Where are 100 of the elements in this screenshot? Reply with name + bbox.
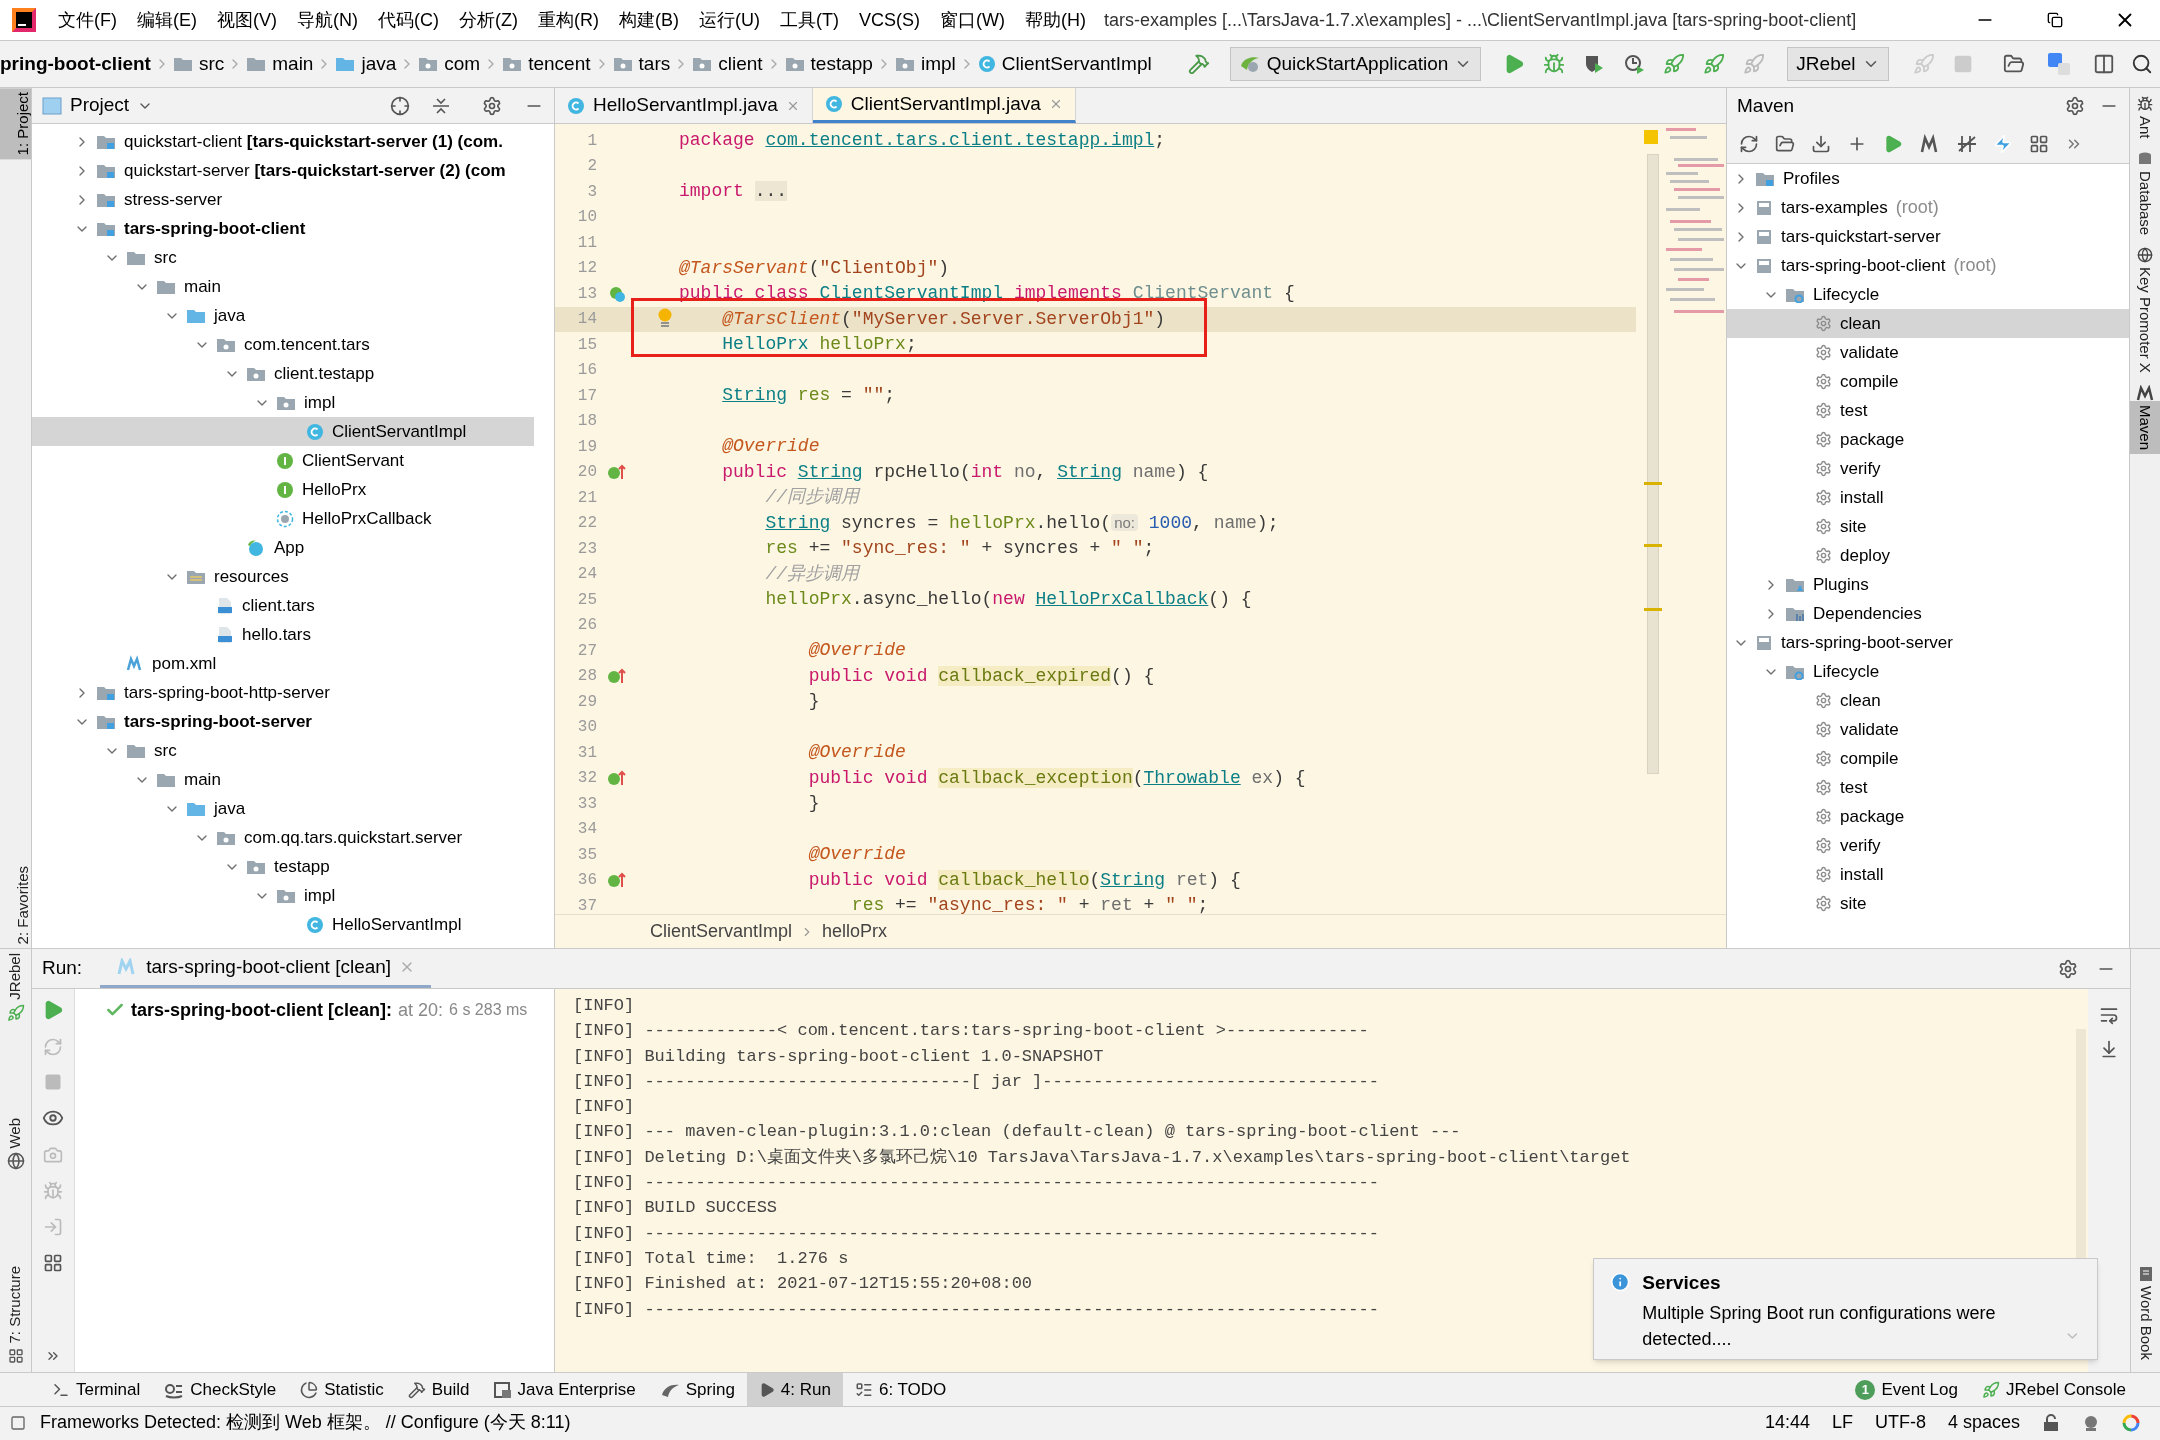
tree-item[interactable]: Lifecycle bbox=[1727, 280, 2129, 309]
tool-window-button[interactable]: Spring bbox=[647, 1373, 747, 1406]
tree-item[interactable]: test bbox=[1727, 396, 2129, 425]
menu-item[interactable]: 编辑(E) bbox=[127, 6, 207, 34]
tool-window-button[interactable]: 4: Run bbox=[746, 1373, 843, 1406]
menu-item[interactable]: 工具(T) bbox=[769, 6, 849, 34]
panel-toggle-icon[interactable] bbox=[10, 1414, 26, 1431]
tree-item[interactable]: client.tars bbox=[32, 591, 534, 620]
tree-item[interactable]: hello.tars bbox=[32, 620, 534, 649]
tool-window-tab[interactable]: Key Promoter X bbox=[2130, 262, 2160, 377]
tree-item[interactable]: tars-spring-boot-server bbox=[1727, 628, 2129, 657]
tree-item[interactable]: src bbox=[32, 243, 534, 272]
reload-icon[interactable] bbox=[1739, 133, 1759, 154]
menu-item[interactable]: 分析(Z) bbox=[449, 6, 528, 34]
tool-window-tab[interactable]: 7: Structure bbox=[0, 1262, 39, 1348]
tree-item[interactable]: validate bbox=[1727, 715, 2129, 744]
breadcrumb-item[interactable]: tars bbox=[638, 49, 671, 79]
tool-window-button[interactable]: Terminal bbox=[40, 1373, 153, 1406]
breadcrumb-item[interactable]: testapp bbox=[810, 49, 873, 79]
tree-item[interactable]: src bbox=[32, 736, 534, 765]
tree-item[interactable]: install bbox=[1727, 860, 2129, 889]
tree-item[interactable]: stress-server bbox=[32, 185, 534, 214]
tree-item[interactable]: HelloPrx bbox=[32, 475, 534, 504]
tree-item[interactable]: deploy bbox=[1727, 541, 2129, 570]
tree-item[interactable]: clean bbox=[1727, 686, 2129, 715]
breadcrumb-item[interactable]: main bbox=[272, 49, 314, 79]
tree-item[interactable]: test bbox=[1727, 773, 2129, 802]
tree-item[interactable]: com.qq.tars.quickstart.server bbox=[32, 823, 534, 852]
settings-icon[interactable] bbox=[2065, 96, 2085, 116]
tree-item[interactable]: java bbox=[32, 301, 534, 330]
editor-tab[interactable]: ClientServantImpl.java bbox=[812, 88, 1076, 123]
tool-window-button[interactable]: Build bbox=[395, 1373, 482, 1406]
inspector-icon[interactable] bbox=[2082, 1413, 2100, 1432]
menu-item[interactable]: 导航(N) bbox=[287, 6, 368, 34]
tree-item[interactable]: package bbox=[1727, 802, 2129, 831]
tree-item[interactable]: validate bbox=[1727, 338, 2129, 367]
warning-marker[interactable] bbox=[1644, 130, 1658, 144]
settings-icon[interactable] bbox=[2058, 958, 2078, 979]
tree-item[interactable]: Plugins bbox=[1727, 570, 2129, 599]
download-icon[interactable] bbox=[1811, 133, 1831, 154]
tool-window-tab[interactable]: 1: Project bbox=[0, 88, 31, 160]
search-icon[interactable] bbox=[2130, 53, 2153, 75]
agent-dropdown[interactable]: JRebel bbox=[1787, 47, 1889, 81]
tree-item[interactable]: impl bbox=[32, 881, 534, 910]
google-icon[interactable] bbox=[2122, 1413, 2140, 1432]
settings-icon[interactable] bbox=[482, 95, 502, 116]
tool-window-tab[interactable]: 2: Favorites bbox=[0, 861, 31, 948]
tree-item[interactable]: main bbox=[32, 765, 534, 794]
tree-item[interactable]: com.tencent.tars bbox=[32, 330, 534, 359]
tool-window-button[interactable]: Statistic bbox=[288, 1373, 396, 1406]
tree-item[interactable]: verify bbox=[1727, 454, 2129, 483]
lock-icon[interactable] bbox=[2042, 1413, 2060, 1432]
menu-item[interactable]: 运行(U) bbox=[688, 6, 770, 34]
translate-icon[interactable] bbox=[2046, 52, 2071, 76]
tool-window-button[interactable]: 6: TODO bbox=[842, 1373, 959, 1406]
collapse-all-icon[interactable] bbox=[432, 96, 450, 115]
breadcrumb-item[interactable]: java bbox=[361, 49, 397, 79]
tree-item[interactable]: compile bbox=[1727, 744, 2129, 773]
profiler-icon[interactable] bbox=[1623, 53, 1646, 75]
breadcrumb-item[interactable]: impl bbox=[920, 49, 956, 79]
folder-icon[interactable] bbox=[1775, 133, 1795, 154]
run-result-item[interactable]: tars-spring-boot-client [clean]: at 20: 6 s 283 ms bbox=[75, 995, 554, 1025]
tool-window-tab[interactable]: JRebel bbox=[0, 949, 39, 1004]
scrollbar[interactable] bbox=[1647, 154, 1659, 774]
breadcrumb-item[interactable]: src bbox=[198, 49, 225, 79]
menu-item[interactable]: 重构(R) bbox=[527, 6, 609, 34]
status-item[interactable]: 4 spaces bbox=[1947, 1409, 2020, 1436]
layout-icon[interactable] bbox=[43, 1253, 63, 1273]
tree-item[interactable]: clean bbox=[1727, 309, 2129, 338]
tree-item[interactable]: compile bbox=[1727, 367, 2129, 396]
restore-icon[interactable] bbox=[2047, 12, 2063, 28]
tree-item[interactable]: verify bbox=[1727, 831, 2129, 860]
tree-item[interactable]: tars-spring-boot-http-server bbox=[32, 678, 534, 707]
tree-item[interactable]: pom.xml bbox=[32, 649, 534, 678]
tree-item[interactable]: impl bbox=[32, 388, 534, 417]
breadcrumb-item[interactable]: client bbox=[718, 49, 763, 79]
panel-title[interactable]: Project bbox=[70, 91, 130, 120]
tree-item[interactable]: quickstart-client [tars-quickstart-server (1) (com. bbox=[32, 127, 534, 156]
breadcrumb-item[interactable]: helloPrx bbox=[822, 918, 888, 945]
locate-icon[interactable] bbox=[390, 95, 410, 116]
tool-window-button[interactable]: 1 Event Log bbox=[1855, 1376, 1958, 1403]
tree-item[interactable]: tars-spring-boot-server bbox=[32, 707, 534, 736]
tree-item[interactable]: resources bbox=[32, 562, 534, 591]
menu-item[interactable]: 帮助(H) bbox=[1014, 6, 1096, 34]
soft-wrap-icon[interactable] bbox=[2099, 1005, 2119, 1025]
tree-item[interactable]: java bbox=[32, 794, 534, 823]
tool-window-button[interactable]: Java Enterprise bbox=[481, 1373, 648, 1406]
tree-item[interactable]: main bbox=[32, 272, 534, 301]
tree-item[interactable]: tars-examples (root) bbox=[1727, 193, 2129, 222]
tool-window-tab[interactable]: Web bbox=[0, 1113, 39, 1153]
tool-window-tab[interactable]: Maven bbox=[2130, 400, 2160, 454]
status-item[interactable]: 14:44 bbox=[1764, 1409, 1810, 1436]
tree-item[interactable]: Profiles bbox=[1727, 164, 2129, 193]
window-icon[interactable] bbox=[2092, 53, 2115, 75]
tree-item[interactable]: site bbox=[1727, 889, 2129, 918]
tool-window-tab[interactable]: Ant bbox=[2130, 112, 2160, 143]
tree-item[interactable]: HelloServantImpl bbox=[32, 910, 534, 939]
tree-item[interactable]: package bbox=[1727, 425, 2129, 454]
tree-item[interactable]: install bbox=[1727, 483, 2129, 512]
menu-item[interactable]: 视图(V) bbox=[207, 6, 287, 34]
